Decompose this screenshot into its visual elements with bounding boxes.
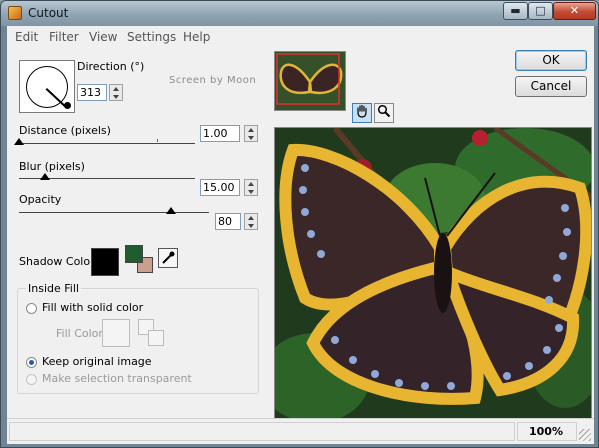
spin-up-icon	[248, 182, 254, 186]
opacity-slider-track[interactable]	[19, 212, 209, 213]
app-icon	[8, 6, 22, 20]
spin-down-icon	[248, 190, 254, 194]
eyedropper-icon	[162, 251, 175, 264]
direction-spinner[interactable]	[109, 84, 123, 101]
transparent-radio[interactable]	[26, 374, 37, 385]
fill-color-swatch	[102, 319, 130, 347]
menu-edit[interactable]: Edit	[15, 30, 38, 44]
butterfly-preview-image	[275, 128, 591, 418]
direction-input[interactable]: 313	[77, 84, 107, 101]
inside-fill-group: Inside Fill Fill with solid color Fill C…	[17, 282, 259, 394]
pan-tool-button[interactable]	[352, 103, 372, 123]
blur-spinner[interactable]	[244, 179, 258, 196]
spin-up-icon	[248, 216, 254, 220]
window-title: Cutout	[28, 6, 69, 20]
shadow-color-swatch[interactable]	[91, 248, 119, 276]
shadow-color-label: Shadow Color	[19, 255, 95, 268]
close-button[interactable]: ✕	[553, 2, 596, 20]
ok-button[interactable]: OK	[515, 50, 587, 71]
direction-label: Direction (°)	[77, 60, 145, 73]
fill-solid-radio[interactable]	[26, 303, 37, 314]
blur-slider-thumb[interactable]	[40, 173, 51, 180]
fill-secondary-swatch	[148, 330, 164, 346]
dialog-client: Edit Filter View Settings Help Direction…	[7, 26, 594, 444]
distance-slider-thumb[interactable]	[14, 138, 24, 145]
cutout-dialog: Cutout ▬ □ ✕ Edit Filter View Settings H…	[0, 0, 599, 448]
fill-solid-label[interactable]: Fill with solid color	[42, 301, 143, 314]
direction-dial[interactable]	[19, 60, 75, 113]
keep-original-label[interactable]: Keep original image	[42, 355, 152, 368]
thumbnail-image	[275, 52, 345, 110]
distance-input[interactable]: 1.00	[200, 125, 240, 142]
menu-bar: Edit Filter View Settings Help	[7, 26, 594, 47]
spin-up-icon	[248, 128, 254, 132]
status-bar: 100%	[7, 418, 594, 444]
blur-label: Blur (pixels)	[19, 160, 85, 173]
menu-filter[interactable]: Filter	[49, 30, 79, 44]
spin-up-icon	[113, 87, 119, 91]
menu-settings[interactable]: Settings	[127, 30, 176, 44]
keep-original-radio[interactable]	[26, 357, 37, 368]
cancel-button[interactable]: Cancel	[515, 76, 587, 97]
opacity-spinner[interactable]	[244, 213, 258, 230]
dial-handle[interactable]	[64, 102, 71, 109]
zoom-level: 100%	[529, 425, 563, 438]
minimize-button[interactable]: ▬	[503, 2, 528, 20]
resize-grip[interactable]	[579, 429, 591, 441]
settings-panel: Direction (°) Screen by Moon 313 Distanc…	[7, 47, 272, 417]
eyedropper-button[interactable]	[158, 248, 178, 268]
preview-canvas[interactable]	[274, 127, 592, 419]
inside-fill-title: Inside Fill	[26, 282, 81, 295]
title-bar[interactable]: Cutout ▬ □ ✕	[1, 1, 598, 26]
opacity-input[interactable]: 80	[215, 213, 241, 230]
blur-input[interactable]: 15.00	[200, 179, 240, 196]
transparent-label[interactable]: Make selection transparent	[42, 372, 192, 385]
magnifier-icon	[377, 104, 391, 118]
recent-color-swatch[interactable]	[125, 245, 143, 263]
menu-help[interactable]: Help	[183, 30, 210, 44]
preview-panel: OK Cancel	[272, 47, 594, 419]
maximize-button[interactable]: □	[528, 2, 553, 20]
distance-slider-track[interactable]	[19, 143, 195, 144]
opacity-slider-thumb[interactable]	[166, 207, 176, 214]
navigator-thumbnail[interactable]	[274, 51, 346, 111]
zoom-tool-button[interactable]	[374, 103, 394, 123]
menu-view[interactable]: View	[89, 30, 117, 44]
status-message-cell	[9, 422, 515, 441]
watermark-text: Screen by Moon	[169, 75, 257, 86]
spin-down-icon	[248, 136, 254, 140]
distance-label: Distance (pixels)	[19, 124, 111, 137]
slider-tick	[157, 139, 158, 142]
spin-down-icon	[113, 95, 119, 99]
spin-down-icon	[248, 224, 254, 228]
pan-hand-icon	[357, 104, 367, 118]
distance-spinner[interactable]	[244, 125, 258, 142]
fill-color-label: Fill Color	[56, 327, 103, 340]
opacity-label: Opacity	[19, 193, 62, 206]
